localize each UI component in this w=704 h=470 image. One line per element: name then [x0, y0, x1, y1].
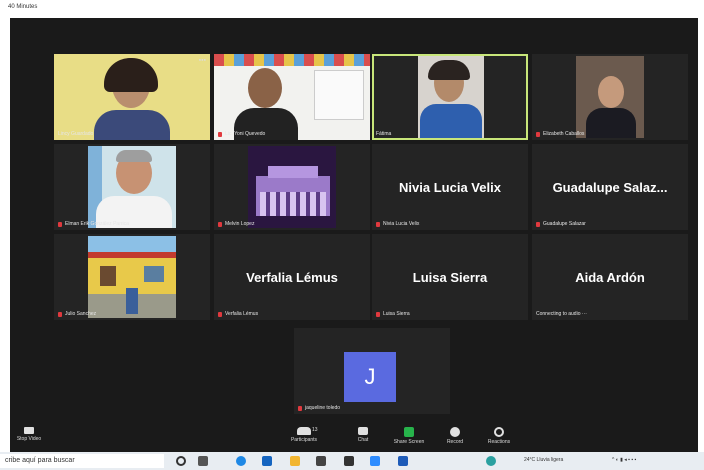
participant-caption: Guadalupe Salazar — [536, 221, 586, 227]
participant-video — [88, 146, 176, 228]
chat-button[interactable]: Chat — [346, 427, 380, 443]
muted-mic-icon — [218, 131, 222, 137]
participant-avatar: J — [344, 352, 396, 402]
muted-mic-icon — [376, 311, 380, 317]
participant-tile-yoni[interactable]: Lic. Yoni Quevedo — [214, 54, 370, 140]
participants-icon — [297, 427, 311, 435]
participants-count: 13 — [312, 427, 318, 433]
edge-icon[interactable] — [236, 456, 246, 466]
meeting-controls: Stop Video Participants 13 Chat Share Sc… — [10, 422, 698, 452]
participant-caption: Nivia Lucia Velix — [376, 221, 419, 227]
participant-video — [418, 56, 484, 138]
participant-video — [248, 146, 336, 228]
system-tray-icons[interactable]: ^ ◐ ▮ ◂ ▪ ▪ ▪ — [612, 457, 636, 463]
participant-tile-guadalupe[interactable]: Guadalupe Salaz... Guadalupe Salazar — [532, 144, 688, 230]
participant-caption: Melvin Lopez — [218, 221, 254, 227]
muted-mic-icon — [376, 221, 380, 227]
store-icon[interactable] — [316, 456, 326, 466]
participant-name: Guadalupe Salaz... — [552, 180, 668, 195]
share-screen-button[interactable]: Share Screen — [390, 427, 428, 445]
muted-mic-icon — [218, 311, 222, 317]
participant-caption: Fátima — [376, 131, 392, 137]
participant-video — [88, 236, 176, 318]
participant-tile-elman[interactable]: Elman Erik González Parrica — [54, 144, 210, 230]
participant-caption: jaqueline toledo — [298, 405, 340, 411]
participant-name: Luisa Sierra — [412, 270, 488, 285]
participant-video — [54, 54, 210, 140]
recording-indicator: ●●● — [198, 57, 206, 62]
muted-mic-icon — [536, 131, 540, 137]
participant-tile-nivia[interactable]: Nivia Lucia Velix Nivia Lucia Velix — [372, 144, 528, 230]
gallery-view: ●●● Lincy Guardado Lic. Yoni Quevedo Fát… — [10, 18, 698, 438]
muted-mic-icon — [58, 221, 62, 227]
participant-caption: Lic. Yoni Quevedo — [218, 131, 265, 137]
muted-mic-icon — [58, 311, 62, 317]
participant-tile-verfalia[interactable]: Verfalia Lémus Verfalia Lémus — [214, 234, 370, 320]
participant-name: Verfalia Lémus — [246, 270, 338, 285]
participant-tile-aida[interactable]: Aida Ardón Connecting to audio ··· — [532, 234, 688, 320]
participant-tile-julio[interactable]: Julio Sanchez — [54, 234, 210, 320]
participant-name: Aida Ardón — [575, 270, 645, 285]
task-view-icon[interactable] — [198, 456, 208, 466]
participant-caption: Verfalia Lémus — [218, 311, 258, 317]
participant-caption: Elizabeth Caballos — [536, 131, 584, 137]
participant-tile-luisa[interactable]: Luisa Sierra Luisa Sierra — [372, 234, 528, 320]
record-button[interactable]: Record — [438, 427, 472, 445]
stop-video-button[interactable]: Stop Video — [12, 427, 46, 442]
participant-tile-fatima[interactable]: Fátima — [372, 54, 528, 140]
app-icon[interactable] — [344, 456, 354, 466]
record-icon — [450, 427, 460, 437]
app-icon[interactable] — [486, 456, 496, 466]
participant-tile-melvin[interactable]: Melvin Lopez — [214, 144, 370, 230]
participant-caption: Connecting to audio ··· — [536, 311, 587, 317]
participant-tile-elizabeth[interactable]: Elizabeth Caballos — [532, 54, 688, 140]
windows-taskbar: cribe aquí para buscar 24°C Lluvia liger… — [0, 452, 704, 470]
participant-caption: Elman Erik González Parrica — [58, 221, 129, 227]
muted-mic-icon — [218, 221, 222, 227]
window-titlebar: 40 Minutes — [0, 0, 704, 18]
reactions-button[interactable]: Reactions — [482, 427, 516, 445]
weather-widget[interactable]: 24°C Lluvia ligera — [524, 457, 563, 463]
participant-caption: Julio Sanchez — [58, 311, 96, 317]
word-icon[interactable] — [398, 456, 408, 466]
video-camera-icon — [24, 427, 34, 434]
muted-mic-icon — [298, 405, 302, 411]
participants-button[interactable]: Participants 13 — [284, 427, 324, 443]
taskbar-search[interactable]: cribe aquí para buscar — [0, 454, 164, 468]
zoom-icon[interactable] — [370, 456, 380, 466]
meeting-duration: 40 Minutes — [8, 4, 38, 10]
participant-caption: Lincy Guardado — [58, 131, 94, 137]
participant-name: Nivia Lucia Velix — [399, 180, 501, 195]
participant-tile-jaqueline[interactable]: J jaqueline toledo — [294, 328, 450, 414]
file-explorer-icon[interactable] — [290, 456, 300, 466]
muted-mic-icon — [536, 221, 540, 227]
participant-caption: Luisa Sierra — [376, 311, 410, 317]
chat-icon — [358, 427, 368, 435]
participant-video — [576, 56, 644, 138]
cortana-icon[interactable] — [176, 456, 186, 466]
mail-icon[interactable] — [262, 456, 272, 466]
participant-tile-lincy[interactable]: ●●● Lincy Guardado — [54, 54, 210, 140]
participant-video — [214, 54, 370, 140]
share-screen-icon — [404, 427, 414, 437]
smiley-icon — [494, 427, 504, 437]
